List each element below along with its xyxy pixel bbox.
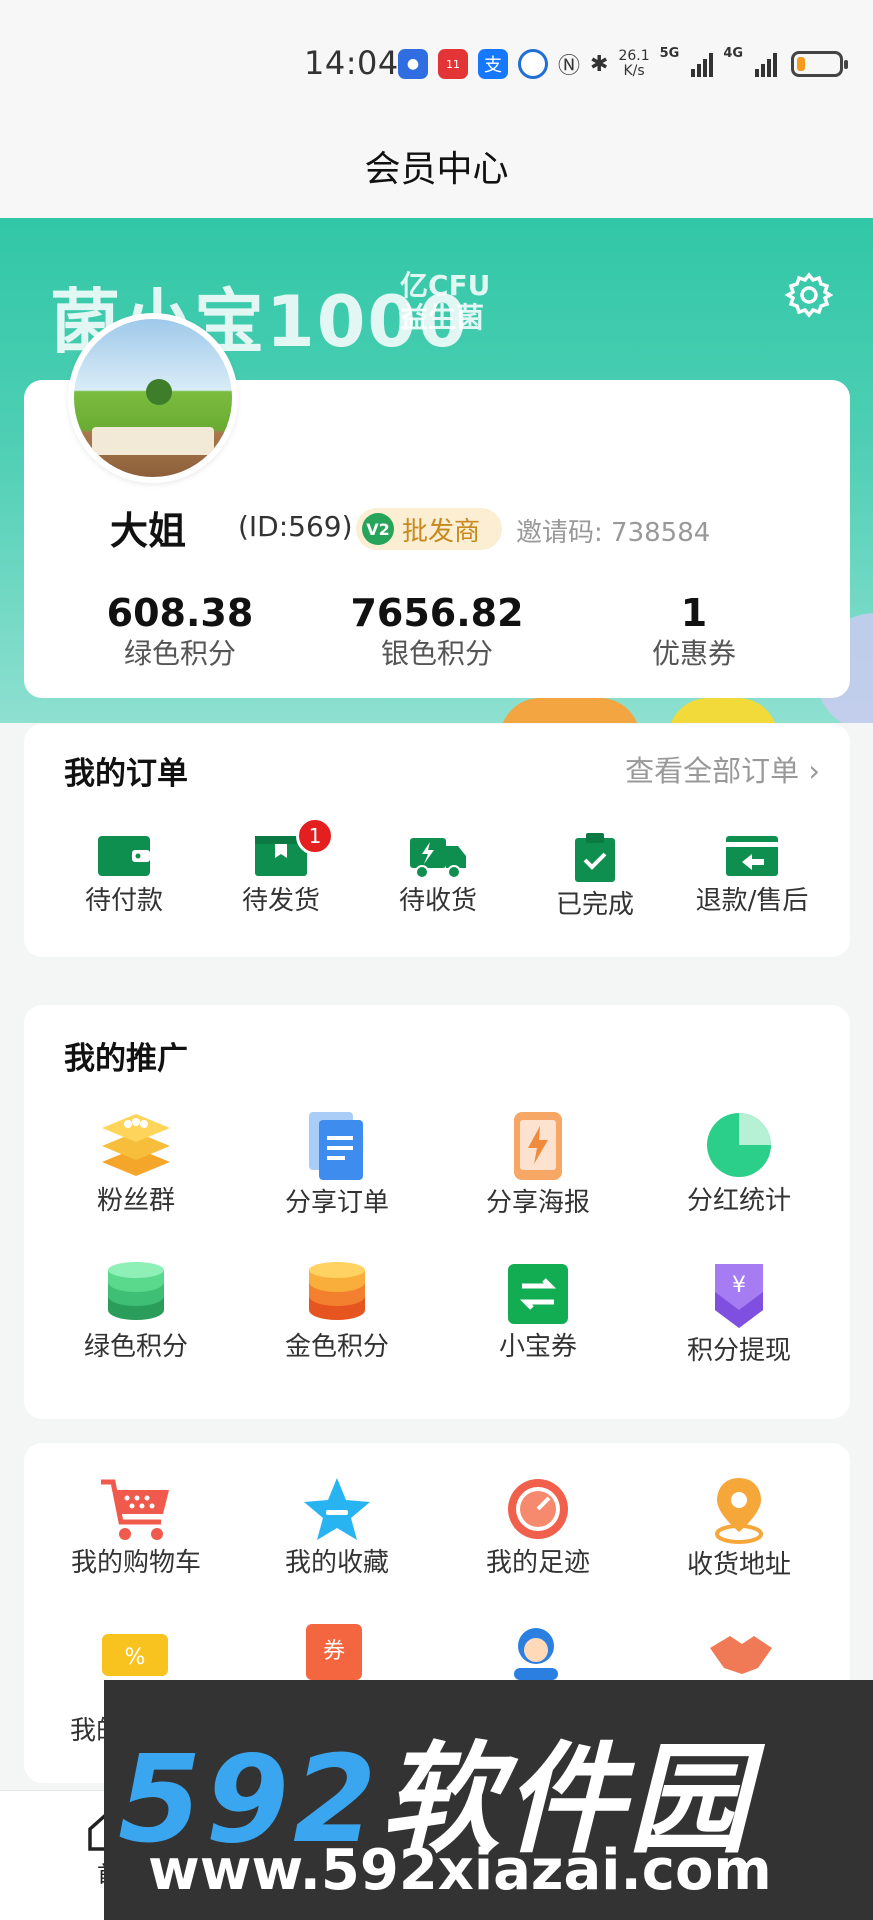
watermark-overlay: 592软件园 www.592xiazai.com	[104, 1680, 873, 1920]
signal-5g-icon	[691, 51, 714, 77]
location-icon	[715, 1478, 763, 1544]
fans-group-icon	[102, 1114, 170, 1176]
member-level-badge: V2 批发商	[356, 508, 503, 550]
battery-icon	[791, 51, 849, 77]
clipboard-check-icon	[575, 833, 615, 882]
gold-coins-icon	[309, 1262, 365, 1320]
stat-coupons[interactable]: 1 优惠券	[574, 590, 814, 672]
banner-product-image	[500, 698, 640, 723]
bluetooth-icon: ✱	[590, 51, 609, 77]
promo-dividend-stats[interactable]: 分红统计	[659, 1110, 819, 1218]
customer-service-icon	[514, 1628, 558, 1680]
tool-service-partial[interactable]	[504, 1622, 568, 1680]
settings-gear-icon[interactable]	[784, 270, 834, 320]
pie-chart-icon	[707, 1113, 771, 1177]
refund-icon	[726, 836, 778, 876]
order-pending-payment[interactable]: 待付款	[44, 832, 204, 918]
status-time: 14:04	[304, 44, 399, 82]
nfc-icon: Ⓝ	[558, 54, 581, 79]
tool-partner-partial[interactable]	[706, 1628, 776, 1680]
wallet-icon	[98, 836, 150, 876]
order-completed[interactable]: 已完成	[515, 832, 675, 922]
status-bar: 14:04 ● 11 支 Ⓝ ✱ 26.1 K/s 5G 4G	[0, 0, 873, 120]
invite-code[interactable]: 邀请码: 738584	[516, 512, 710, 549]
network-5g-label: 5G	[659, 46, 680, 61]
stat-silver-points[interactable]: 7656.82 银色积分	[317, 590, 557, 672]
svg-text:¥: ¥	[732, 1273, 746, 1298]
shopping-notification-icon: 11	[438, 49, 468, 79]
level-code: V2	[362, 513, 394, 545]
bank-notification-icon	[518, 49, 548, 79]
promo-share-poster[interactable]: 分享海报	[458, 1110, 618, 1220]
chevron-right-icon: ›	[808, 754, 820, 788]
order-pending-receipt[interactable]: 待收货	[358, 832, 518, 918]
app-notification-icon: ●	[398, 49, 428, 79]
title-bar: 会员中心	[0, 120, 873, 218]
avatar[interactable]	[68, 313, 238, 483]
watermark-url: www.592xiazai.com	[148, 1838, 772, 1903]
tool-favorites[interactable]: 我的收藏	[257, 1476, 417, 1580]
truck-icon	[410, 838, 466, 879]
handshake-icon	[710, 1636, 772, 1674]
tool-footprint[interactable]: 我的足迹	[458, 1476, 618, 1580]
footprint-icon	[508, 1479, 568, 1539]
user-name: 大姐	[110, 509, 187, 553]
green-coins-icon	[108, 1262, 164, 1320]
withdraw-icon: ¥	[715, 1264, 763, 1328]
discount-coupon-icon: %	[102, 1634, 168, 1676]
share-poster-icon	[514, 1112, 562, 1180]
tool-address[interactable]: 收货地址	[659, 1476, 819, 1582]
orders-title: 我的订单	[64, 756, 188, 792]
order-refund-aftersale[interactable]: 退款/售后	[672, 832, 832, 918]
promotion-title: 我的推广	[64, 1041, 188, 1077]
promo-points-withdraw[interactable]: ¥ 积分提现	[659, 1262, 819, 1368]
level-name: 批发商	[402, 516, 481, 547]
voucher-icon: 券	[306, 1624, 362, 1680]
page-title: 会员中心	[364, 149, 509, 190]
banner-brand-sub: 亿CFU 益生菌	[400, 269, 491, 334]
star-icon	[304, 1478, 370, 1540]
promo-green-points[interactable]: 绿色积分	[56, 1262, 216, 1364]
tool-voucher-partial[interactable]: 券	[304, 1622, 364, 1680]
exchange-icon	[508, 1264, 568, 1324]
user-id: (ID:569)	[238, 510, 353, 543]
tool-coupon-partial[interactable]: %	[100, 1630, 170, 1680]
cart-icon	[101, 1479, 169, 1540]
stat-green-points[interactable]: 608.38 绿色积分	[60, 590, 300, 672]
promo-gold-points[interactable]: 金色积分	[257, 1262, 417, 1364]
order-pending-shipment[interactable]: 待发货	[201, 832, 361, 918]
banner-product-image-2	[668, 698, 778, 723]
network-4g-label: 4G	[723, 46, 744, 61]
network-speed: 26.1 K/s	[618, 48, 650, 79]
svg-text:券: 券	[323, 1639, 345, 1664]
signal-4g-icon	[755, 51, 778, 77]
share-order-icon	[309, 1112, 363, 1180]
svg-text:%: %	[125, 1645, 146, 1670]
status-icons: ● 11 支 Ⓝ ✱ 26.1 K/s 5G 4G	[398, 46, 849, 82]
view-all-orders-link[interactable]: 查看全部订单 ›	[625, 748, 820, 790]
pending-shipment-badge: 1	[296, 817, 334, 855]
promo-xiaobao-coupon[interactable]: 小宝券	[458, 1262, 618, 1364]
promo-fans-group[interactable]: 粉丝群	[56, 1110, 216, 1218]
tool-cart[interactable]: 我的购物车	[56, 1476, 216, 1580]
promo-share-order[interactable]: 分享订单	[257, 1110, 417, 1220]
alipay-icon: 支	[478, 49, 508, 79]
